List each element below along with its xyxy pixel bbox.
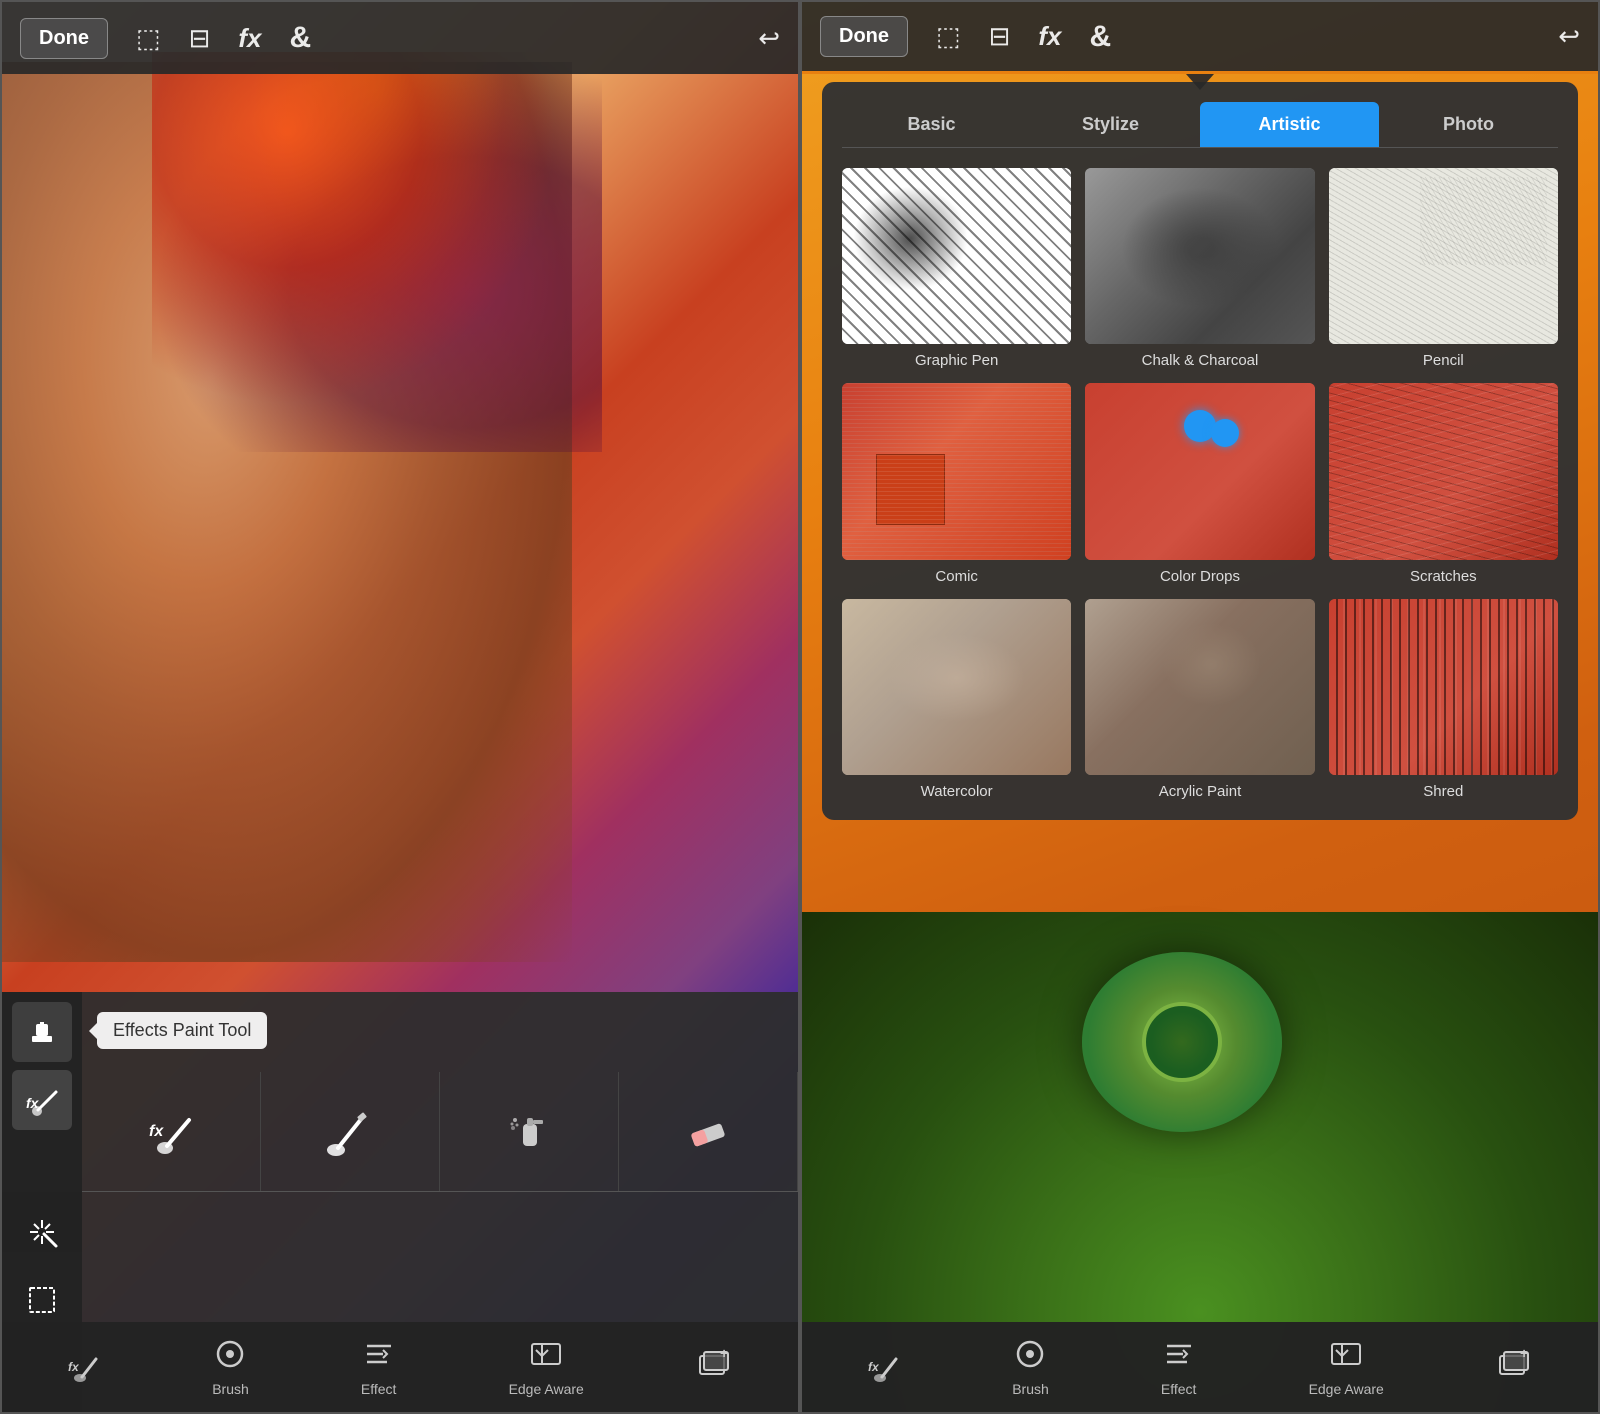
left-toolbar: Done ⬚ ⊟ fx & ↩ — [2, 2, 798, 74]
effects-grid: Graphic Pen Chalk & Charcoal Pencil — [842, 168, 1558, 800]
right-fx-icon[interactable]: fx — [1038, 21, 1061, 52]
left-panel: Done ⬚ ⊟ fx & ↩ fx — [0, 0, 800, 1414]
svg-text:fx: fx — [868, 1360, 880, 1374]
right-dock-brush[interactable]: Brush — [1012, 1338, 1049, 1397]
left-dock-edge-aware[interactable]: Edge Aware — [509, 1338, 584, 1397]
left-bottom-dock: fx Brush — [2, 1322, 798, 1412]
right-blend-icon[interactable]: & — [1090, 20, 1112, 54]
left-dock-fx[interactable]: fx — [68, 1351, 100, 1383]
spray-can-item[interactable] — [440, 1072, 619, 1191]
effect-shred[interactable]: Shred — [1329, 599, 1558, 800]
right-done-button[interactable]: Done — [820, 16, 908, 57]
effect-label-color-drops: Color Drops — [1160, 568, 1240, 585]
right-adjust-icon[interactable]: ⊟ — [989, 21, 1011, 52]
right-toolbar: Done ⬚ ⊟ fx & ↩ — [802, 2, 1598, 74]
left-dock-layers[interactable]: + — [696, 1348, 732, 1387]
effect-thumb-shred — [1329, 599, 1558, 775]
color-splash — [152, 52, 602, 452]
fx-brush-item[interactable]: fx — [82, 1072, 261, 1191]
effect-graphic-pen[interactable]: Graphic Pen — [842, 168, 1071, 369]
effect-label-scratches: Scratches — [1410, 568, 1477, 585]
selection-icon[interactable]: ⬚ — [136, 23, 161, 54]
effect-thumb-comic — [842, 383, 1071, 559]
effect-label-acrylic: Acrylic Paint — [1159, 783, 1242, 800]
right-undo-icon[interactable]: ↩ — [1558, 21, 1580, 52]
effect-thumb-color-drops — [1085, 383, 1314, 559]
blend-icon[interactable]: & — [290, 21, 312, 55]
effect-label-chalk: Chalk & Charcoal — [1142, 352, 1259, 369]
right-dock-layers[interactable]: + — [1496, 1348, 1532, 1387]
effect-comic[interactable]: Comic — [842, 383, 1071, 584]
paint-brush-item[interactable] — [261, 1072, 440, 1191]
left-done-button[interactable]: Done — [20, 18, 108, 59]
svg-text:fx: fx — [149, 1123, 164, 1140]
left-dock-brush[interactable]: Brush — [212, 1338, 249, 1397]
tab-photo[interactable]: Photo — [1379, 102, 1558, 147]
right-dock-effect[interactable]: Effect — [1161, 1338, 1197, 1397]
effect-thumb-scratches — [1329, 383, 1558, 559]
effect-thumb-graphic-pen — [842, 168, 1071, 344]
svg-text:fx: fx — [68, 1360, 80, 1374]
fx-icon[interactable]: fx — [238, 23, 261, 54]
panel-arrow — [1186, 74, 1214, 90]
fx-brush-tool-button[interactable]: fx — [12, 1070, 72, 1130]
effect-label-pencil: Pencil — [1423, 352, 1464, 369]
tab-basic[interactable]: Basic — [842, 102, 1021, 147]
effects-panel: Basic Stylize Artistic Photo Graphic Pen — [822, 82, 1578, 820]
effect-watercolor[interactable]: Watercolor — [842, 599, 1071, 800]
effect-thumb-chalk — [1085, 168, 1314, 344]
effect-thumb-acrylic — [1085, 599, 1314, 775]
svg-text:+: + — [720, 1348, 728, 1361]
effect-acrylic-paint[interactable]: Acrylic Paint — [1085, 599, 1314, 800]
effect-label-comic: Comic — [935, 568, 978, 585]
tab-stylize[interactable]: Stylize — [1021, 102, 1200, 147]
effects-tooltip: Effects Paint Tool — [97, 1012, 267, 1049]
svg-text:+: + — [1520, 1348, 1528, 1361]
adjust-icon[interactable]: ⊟ — [189, 23, 211, 54]
effect-label-watercolor: Watercolor — [921, 783, 993, 800]
effect-thumb-pencil — [1329, 168, 1558, 344]
stamp-tool-button[interactable] — [12, 1002, 72, 1062]
left-bottom-palette: fx Effects Paint Tool fx — [2, 992, 798, 1412]
right-bottom-dock: fx Brush Effe — [802, 1322, 1598, 1412]
right-dock-fx[interactable]: fx — [868, 1351, 900, 1383]
tab-artistic[interactable]: Artistic — [1200, 102, 1379, 147]
magic-wand-button[interactable] — [12, 1202, 72, 1262]
right-selection-icon[interactable]: ⬚ — [936, 21, 961, 52]
undo-icon[interactable]: ↩ — [758, 23, 780, 54]
brush-tools-row: fx — [82, 1072, 798, 1192]
effect-pencil[interactable]: Pencil — [1329, 168, 1558, 369]
eraser-item[interactable] — [619, 1072, 798, 1191]
effect-chalk-charcoal[interactable]: Chalk & Charcoal — [1085, 168, 1314, 369]
right-dock-edge-aware[interactable]: Edge Aware — [1309, 1338, 1384, 1397]
effect-thumb-watercolor — [842, 599, 1071, 775]
selection-rect-button[interactable] — [12, 1270, 72, 1330]
effect-color-drops[interactable]: Color Drops — [1085, 383, 1314, 584]
effects-tabs: Basic Stylize Artistic Photo — [842, 102, 1558, 148]
left-dock-effect[interactable]: Effect — [361, 1338, 397, 1397]
right-panel: Done ⬚ ⊟ fx & ↩ Basic Stylize Artistic P… — [800, 0, 1600, 1414]
effect-label-graphic-pen: Graphic Pen — [915, 352, 998, 369]
effect-scratches[interactable]: Scratches — [1329, 383, 1558, 584]
effect-label-shred: Shred — [1423, 783, 1463, 800]
